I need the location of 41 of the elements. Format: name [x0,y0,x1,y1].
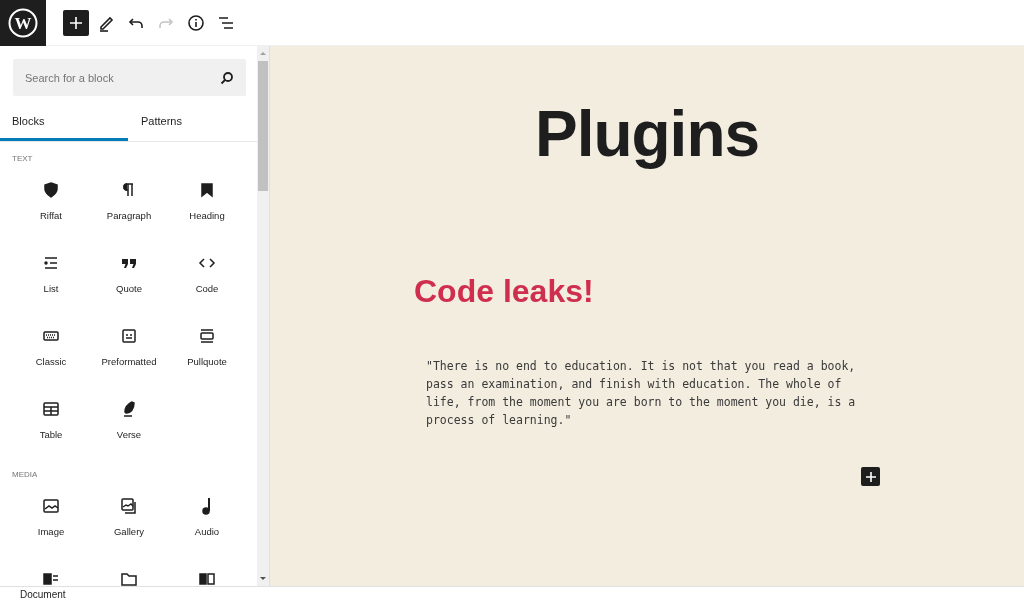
block-item[interactable]: Quote [90,250,168,312]
panel-tab[interactable]: Blocks [0,104,128,141]
search-icon [220,71,234,85]
block-item[interactable]: Riffat [12,177,90,239]
block-item[interactable]: Pullquote [168,323,246,385]
block-item[interactable]: Heading [168,177,246,239]
block-item[interactable]: Image [12,493,90,555]
shield-icon [42,181,60,199]
search-field[interactable]: Search for a block [13,59,246,96]
list-icon [42,254,60,272]
pullquote-icon [198,327,216,345]
table-icon [42,400,60,418]
block-item[interactable]: Preformatted [90,323,168,385]
block-item[interactable]: Classic [12,323,90,385]
scrollbar-thumb[interactable] [258,61,268,191]
heading-block[interactable]: Code leaks! [414,274,880,310]
preformatted-quote[interactable]: "There is no end to education. It is not that you read a book, pass an examination, and finish with education. The whole of life, from the moment you are born to the moment you die, is a process of learning." [426,357,871,430]
panel-tab[interactable]: Patterns [128,104,257,141]
block-item[interactable]: Code [168,250,246,312]
add-block-button[interactable] [861,467,880,487]
category-heading: TEXT [11,154,34,163]
scroll-down-icon[interactable] [260,577,266,580]
breadcrumb[interactable]: Document [20,588,66,600]
info-icon [186,12,206,33]
bookmark-icon [198,181,216,199]
media-text-icon [42,570,60,586]
logo-icon[interactable]: W [0,0,46,46]
block-item[interactable]: Paragraph [90,177,168,239]
block-item[interactable]: Table [12,396,90,458]
block-item[interactable]: List [12,250,90,312]
add-block-button[interactable] [63,9,89,36]
block-item[interactable]: Gallery [90,493,168,555]
gallery-icon [120,497,138,515]
plus-icon [864,470,877,483]
category-heading: MEDIA [11,470,39,479]
block-item[interactable]: Verse [90,396,168,458]
image-icon [42,497,60,515]
folder-icon [120,570,138,586]
columns-icon [198,570,216,586]
preformatted-icon [120,327,138,345]
block-item[interactable]: Audio [168,493,246,555]
